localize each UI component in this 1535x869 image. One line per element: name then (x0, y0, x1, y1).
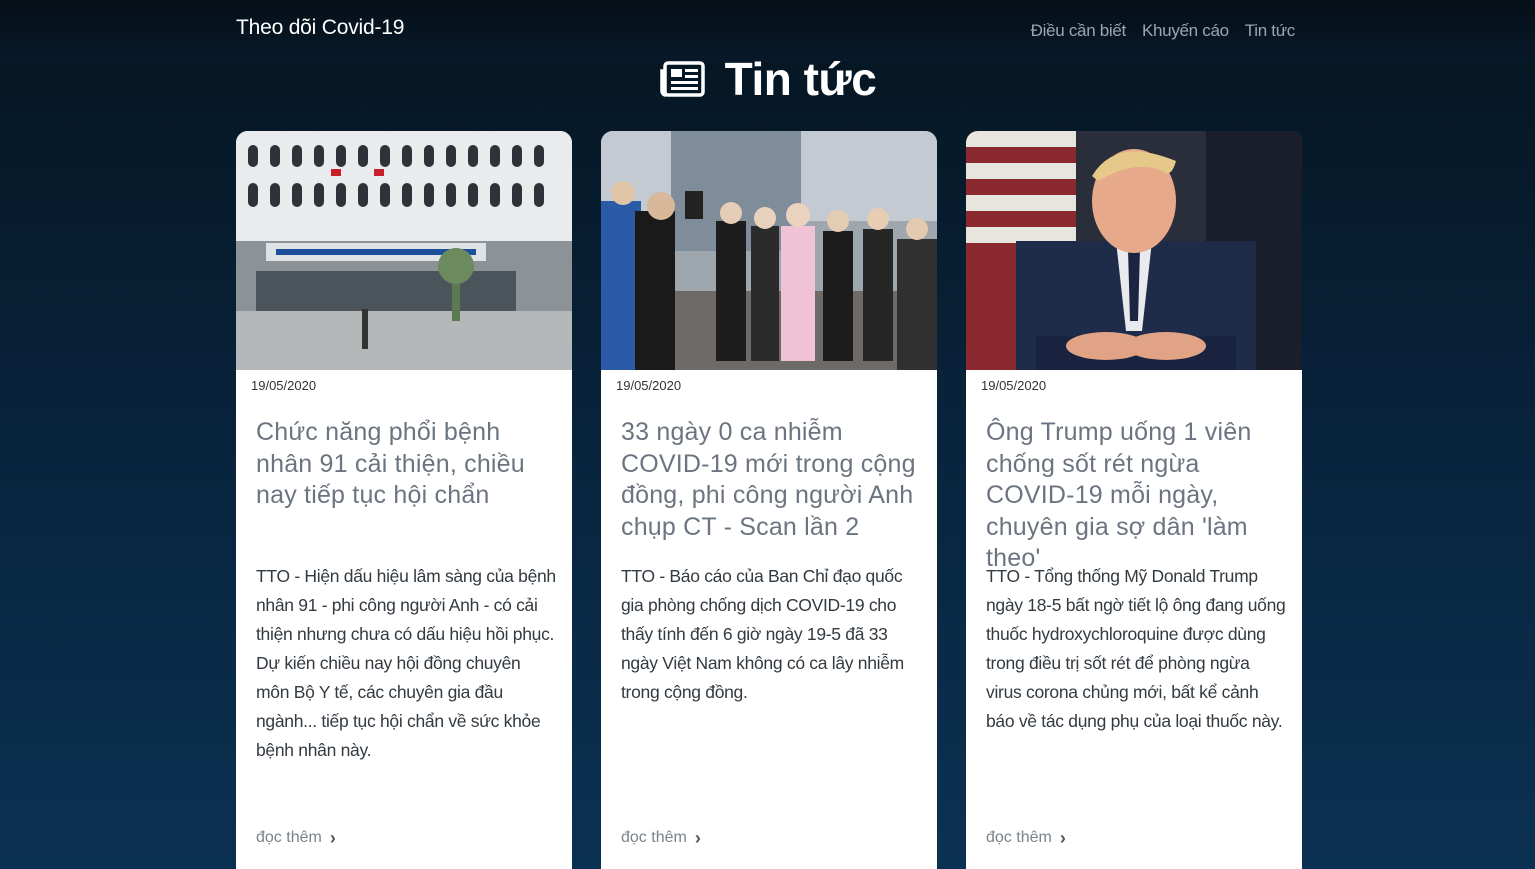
card-title[interactable]: Chức năng phổi bệnh nhân 91 cải thiện, c… (256, 417, 556, 512)
read-more-label: đọc thêm (621, 829, 687, 846)
card-summary: TTO - Báo cáo của Ban Chỉ đạo quốc gia p… (621, 566, 904, 702)
news-card: 19/05/2020 Ông Trump uống 1 viên chống s… (966, 131, 1302, 869)
chevron-right-icon: › (329, 828, 336, 848)
newspaper-icon (659, 61, 705, 97)
card-date: 19/05/2020 (616, 378, 682, 393)
news-card: 19/05/2020 33 ngày 0 ca nhiễm COVID-19 m… (601, 131, 937, 869)
nav-link-dieu-can-biet[interactable]: Điều cần biết (1031, 21, 1127, 41)
hospital-building-photo[interactable] (236, 131, 572, 370)
card-title[interactable]: Ông Trump uống 1 viên chống sốt rét ngừa… (986, 417, 1286, 575)
read-more-link[interactable]: đọc thêm › (256, 829, 336, 847)
read-more-label: đọc thêm (256, 829, 322, 846)
card-date: 19/05/2020 (251, 378, 317, 393)
read-more-link[interactable]: đọc thêm › (986, 829, 1066, 847)
page-title: Tin tức (724, 53, 877, 105)
read-more-link[interactable]: đọc thêm › (621, 829, 701, 847)
card-summary: TTO - Tổng thống Mỹ Donald Trump ngày 18… (986, 566, 1286, 731)
chevron-right-icon: › (1059, 828, 1066, 848)
nav-link-tin-tuc[interactable]: Tin tức (1245, 21, 1296, 41)
card-summary: TTO - Hiện dấu hiệu lâm sàng của bệnh nh… (256, 566, 556, 760)
news-card-list: 19/05/2020 Chức năng phổi bệnh nhân 91 c… (236, 131, 1302, 869)
brand-link[interactable]: Theo dõi Covid-19 (236, 16, 404, 40)
nav-links: Điều cần biết Khuyến cáo Tin tức (1031, 21, 1296, 41)
news-card: 19/05/2020 Chức năng phổi bệnh nhân 91 c… (236, 131, 572, 869)
chevron-right-icon: › (694, 828, 701, 848)
airport-travelers-photo[interactable] (601, 131, 937, 370)
section-header: Tin tức (0, 52, 1535, 106)
nav-link-khuyen-cao[interactable]: Khuyến cáo (1142, 21, 1229, 41)
card-date: 19/05/2020 (981, 378, 1047, 393)
card-title[interactable]: 33 ngày 0 ca nhiễm COVID-19 mới trong cộ… (621, 417, 921, 543)
read-more-label: đọc thêm (986, 829, 1052, 846)
portrait-photo[interactable] (966, 131, 1302, 370)
